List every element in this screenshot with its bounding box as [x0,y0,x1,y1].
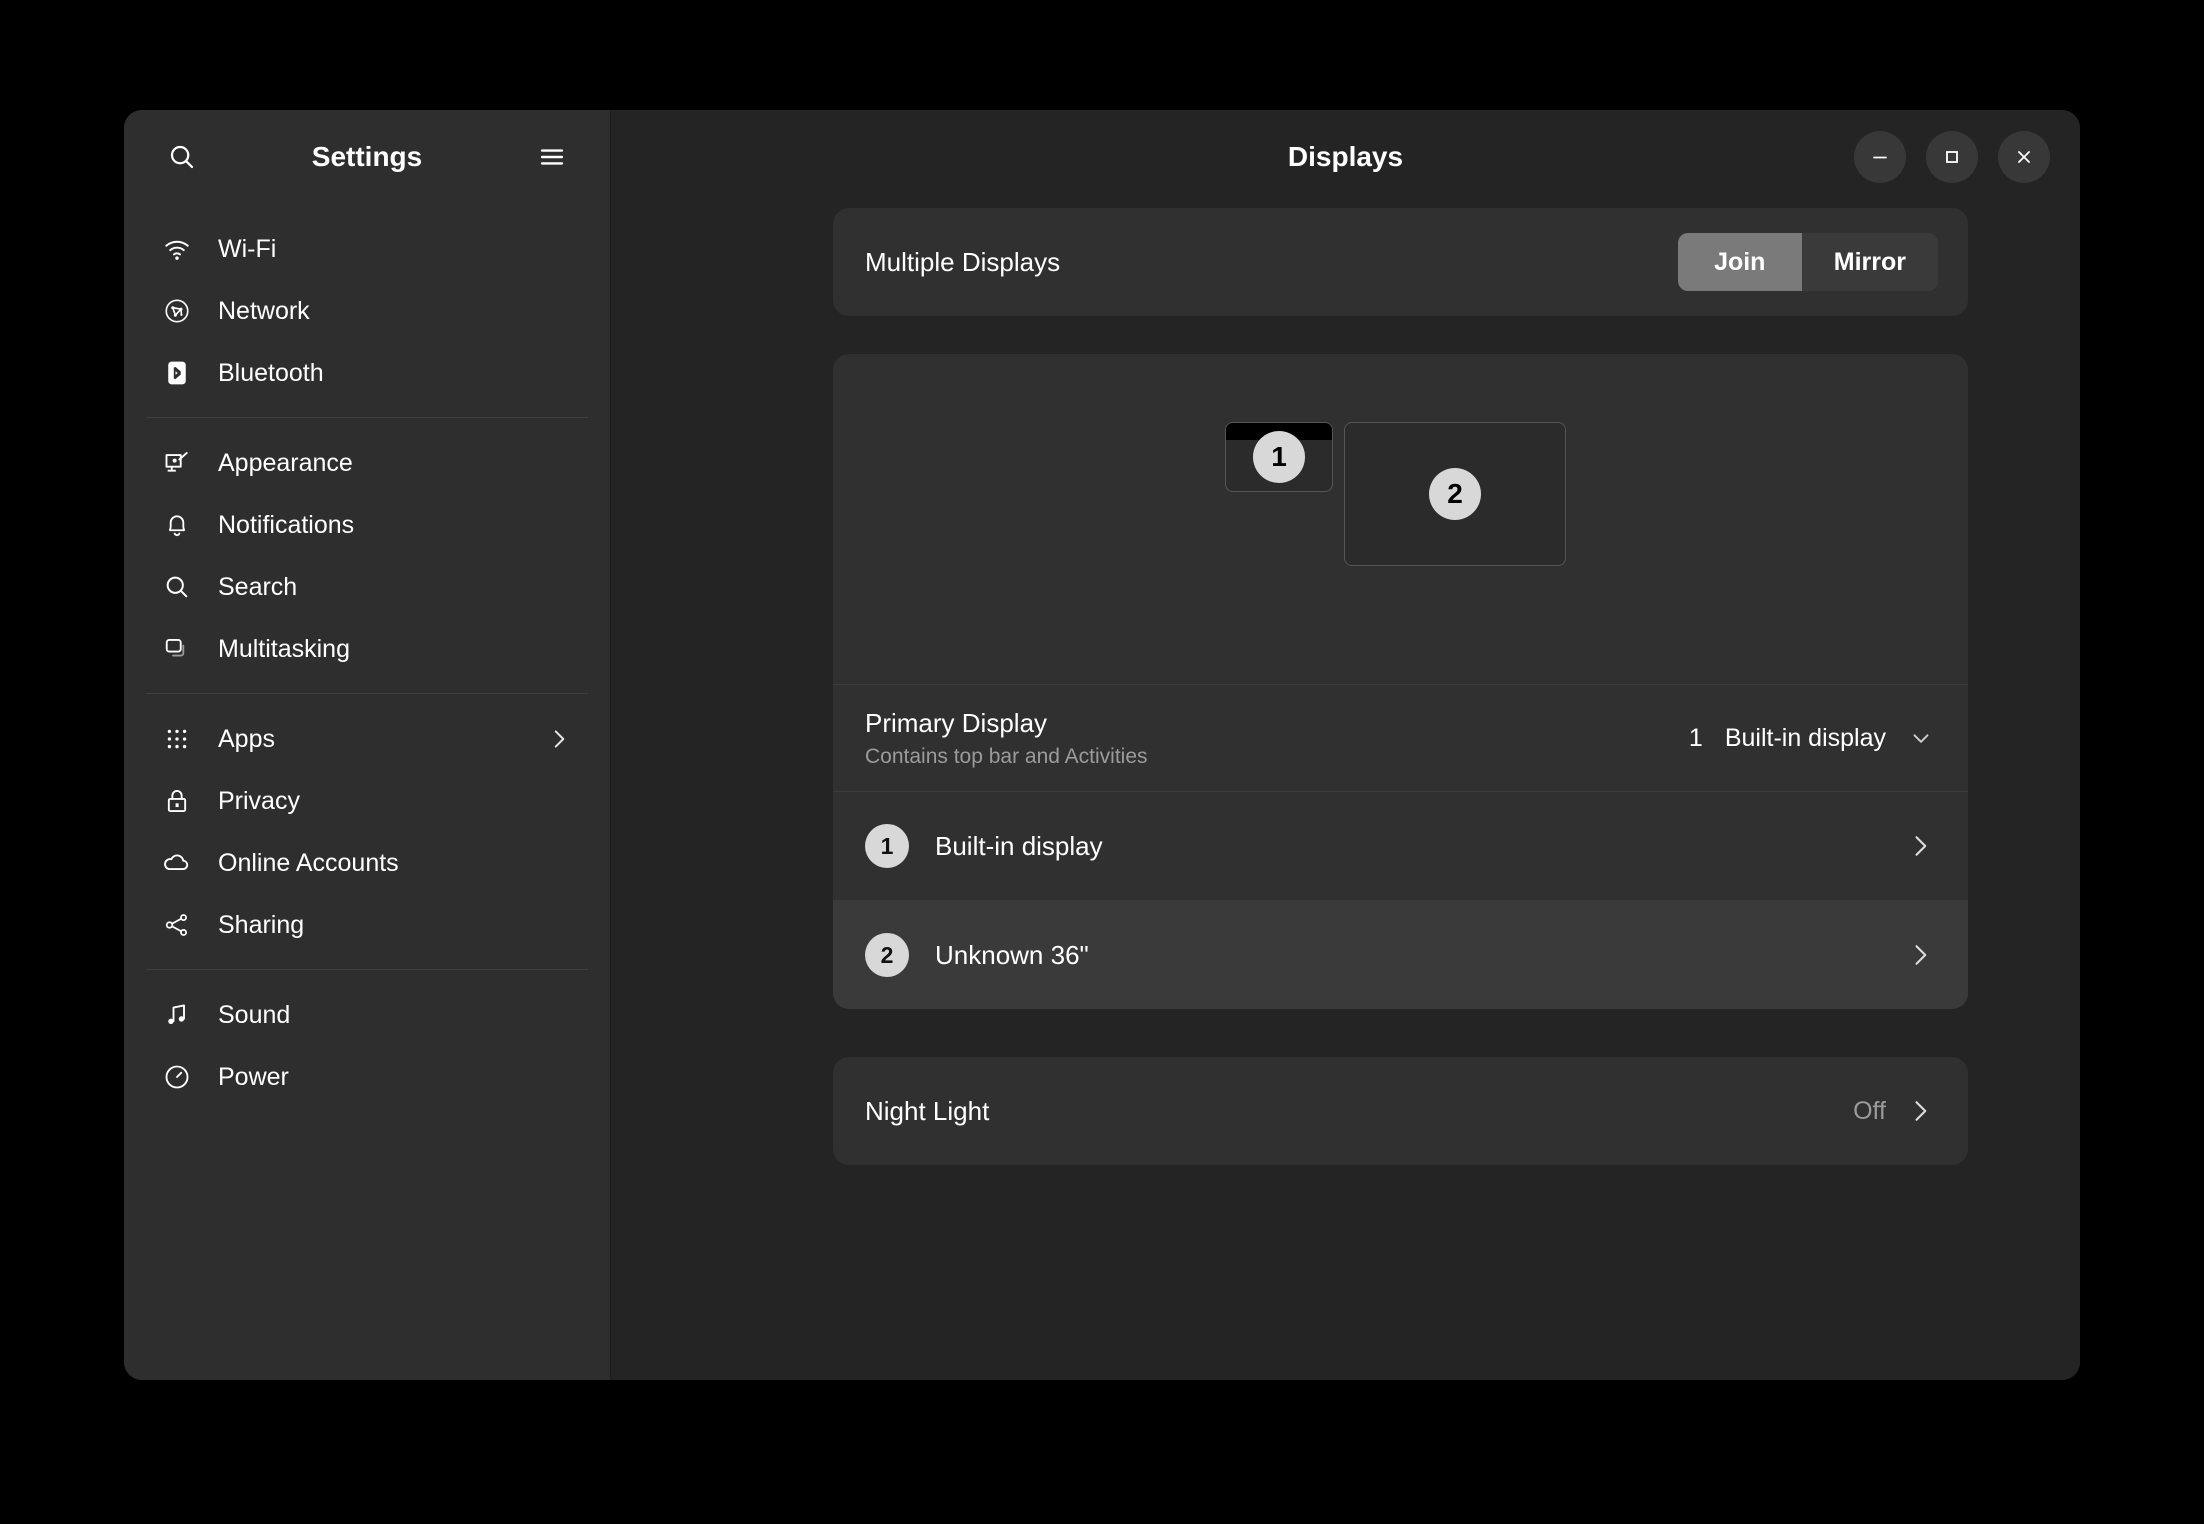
night-light-label: Night Light [865,1095,990,1126]
sidebar-group-network: Wi-Fi Network Bluetooth [144,204,590,417]
primary-display-label: Primary Display [865,707,1048,738]
multiple-displays-row: Multiple Displays Join Mirror [833,208,1968,316]
sidebar-item-label: Multitasking [218,634,350,663]
display-arrangement-area[interactable]: 1 2 [833,354,1968,684]
sidebar-item-online-accounts[interactable]: Online Accounts [144,832,590,894]
window-controls [1854,131,2050,183]
sidebar-item-wi-fi[interactable]: Wi-Fi [144,218,590,280]
cloud-icon [162,848,192,878]
hamburger-menu-icon[interactable] [530,135,574,179]
chevron-right-icon [1906,832,1934,860]
sidebar-item-sharing[interactable]: Sharing [144,894,590,956]
settings-window: Settings Wi-Fi Network Bluetooth Appeara… [124,110,2080,1380]
display-name: Unknown 36" [935,939,1089,970]
sidebar-item-search[interactable]: Search [144,556,590,618]
share-icon [162,910,192,940]
chevron-down-icon [1908,725,1934,751]
multiple-displays-card: Multiple Displays Join Mirror [833,208,1968,316]
monitor-badge: 1 [1253,431,1305,483]
display-row-built-in[interactable]: 1 Built-in display [833,792,1968,900]
sidebar-item-apps[interactable]: Apps [144,708,590,770]
bell-icon [162,510,192,540]
close-button[interactable] [1998,131,2050,183]
primary-display-description: Contains top bar and Activities [865,744,1148,768]
sidebar-item-sound[interactable]: Sound [144,984,590,1046]
sidebar-item-label: Apps [218,724,275,753]
sidebar-group-personal: Appearance Notifications Search Multitas… [144,418,590,693]
primary-display-value: Built-in display [1724,723,1886,752]
display-name: Built-in display [935,830,1103,861]
multiple-displays-label: Multiple Displays [865,246,1061,277]
night-light-card: Night Light Off [833,1057,1968,1165]
displays-card: 1 2 Primary Display Contains top bar and… [833,354,1968,1009]
wifi-icon [162,234,192,264]
sidebar-item-label: Notifications [218,510,355,539]
night-light-row[interactable]: Night Light Off [833,1057,1968,1165]
sidebar-item-notifications[interactable]: Notifications [144,494,590,556]
monitor-thumb-2[interactable]: 2 [1344,422,1566,566]
grid-icon [162,724,192,754]
sidebar-item-network[interactable]: Network [144,280,590,342]
primary-display-number: 1 [1688,723,1703,752]
sidebar-header: Settings [124,110,610,204]
monitor-thumb-1[interactable]: 1 [1225,422,1333,492]
sidebar-item-power[interactable]: Power [144,1046,590,1108]
mirror-mode-button[interactable]: Mirror [1801,233,1938,291]
search-icon[interactable] [160,135,204,179]
chevron-right-icon [546,726,572,752]
sidebar-group-apps: Apps Privacy Online Accounts Sharing [144,694,590,969]
sidebar-item-label: Wi-Fi [218,234,277,263]
sidebar-item-multitasking[interactable]: Multitasking [144,618,590,680]
chevron-right-icon [1906,941,1934,969]
display-row-unknown[interactable]: 2 Unknown 36" [833,901,1968,1009]
music-note-icon [162,1000,192,1030]
sidebar: Settings Wi-Fi Network Bluetooth Appeara… [124,110,611,1380]
power-icon [162,1062,192,1092]
primary-display-row[interactable]: Primary Display Contains top bar and Act… [833,685,1968,791]
sidebar-item-label: Sound [218,1000,291,1029]
sidebar-item-label: Bluetooth [218,358,324,387]
display-badge: 1 [865,824,909,868]
sidebar-item-label: Sharing [218,910,305,939]
main-header: Displays [611,110,2080,204]
sidebar-item-label: Appearance [218,448,353,477]
sidebar-nav-list: Wi-Fi Network Bluetooth Appearance Notif… [124,204,610,1380]
chevron-right-icon [1906,1097,1934,1125]
lock-icon [162,786,192,816]
bluetooth-icon [162,358,192,388]
sidebar-item-bluetooth[interactable]: Bluetooth [144,342,590,404]
search-icon [162,572,192,602]
maximize-button[interactable] [1926,131,1978,183]
sidebar-item-label: Network [218,296,310,325]
sidebar-item-label: Search [218,572,298,601]
sidebar-item-label: Privacy [218,786,300,815]
sidebar-item-appearance[interactable]: Appearance [144,432,590,494]
join-mode-button[interactable]: Join [1677,233,1802,291]
sidebar-item-label: Power [218,1062,289,1091]
sidebar-item-label: Online Accounts [218,848,399,877]
sidebar-item-privacy[interactable]: Privacy [144,770,590,832]
sidebar-group-hardware: Sound Power [144,970,590,1121]
main-panel: Displays Multiple Displays Join Mirror 1… [611,110,2080,1380]
multitasking-icon [162,634,192,664]
multiple-displays-mode-toggle: Join Mirror [1677,233,1938,291]
monitor-badge: 2 [1429,468,1481,520]
primary-display-select[interactable]: 1 Built-in display [1689,724,1934,753]
appearance-icon [162,448,192,478]
network-icon [162,296,192,326]
night-light-state: Off [1853,1096,1886,1125]
minimize-button[interactable] [1854,131,1906,183]
main-content: Multiple Displays Join Mirror 1 2 Primar… [611,204,2080,1380]
display-badge: 2 [865,933,909,977]
